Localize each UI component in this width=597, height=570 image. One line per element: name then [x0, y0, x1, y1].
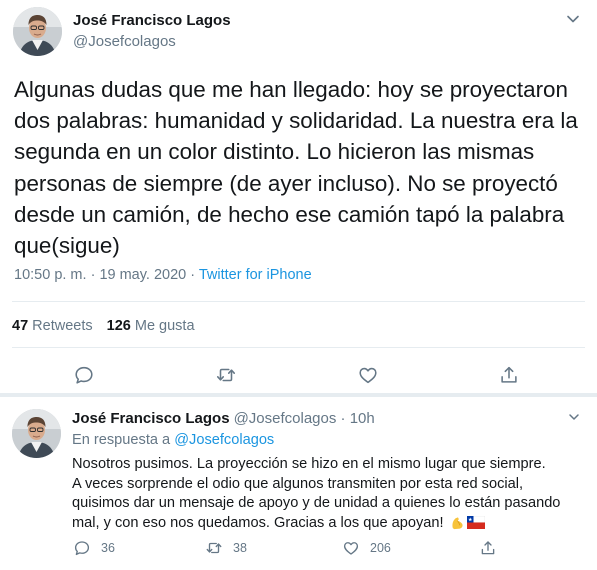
flexed-biceps-emoji: [450, 515, 465, 530]
share-action[interactable]: [479, 538, 497, 558]
retweet-action[interactable]: 38: [205, 538, 247, 558]
share-icon[interactable]: [479, 539, 497, 557]
tweet-stats: 47 Retweets 126 Me gusta: [12, 318, 195, 334]
chevron-down-icon[interactable]: [568, 411, 580, 423]
tweet-meta: 10:50 p. m. · 19 may. 2020 · Twitter for…: [14, 267, 312, 283]
divider: [12, 347, 585, 348]
author-handle[interactable]: @Josefcolagos: [234, 410, 337, 427]
like-icon[interactable]: [357, 364, 379, 386]
in-reply-prefix: En respuesta a: [72, 432, 175, 448]
tweet-source-link[interactable]: Twitter for iPhone: [199, 267, 312, 283]
avatar[interactable]: [13, 7, 62, 56]
reply-actions: 36 38 206: [0, 538, 597, 558]
reply-icon[interactable]: [73, 364, 95, 386]
chevron-down-icon[interactable]: [566, 12, 580, 26]
relative-time[interactable]: 10h: [350, 410, 375, 427]
share-icon[interactable]: [498, 364, 520, 386]
reply-line-last: mal, y con eso nos quedamos. Gracias a l…: [72, 514, 582, 534]
reply-line: quisimos dar un mensaje de apoyo y de un…: [72, 495, 561, 511]
in-reply-to: En respuesta a @Josefcolagos: [72, 432, 274, 448]
reply-text: Nosotros pusimos. La proyección se hizo …: [72, 455, 582, 533]
reply-line: A veces sorprende el odio que algunos tr…: [72, 475, 524, 492]
reply-header: José Francisco Lagos @Josefcolagos · 10h: [72, 410, 375, 427]
reply-icon[interactable]: [73, 539, 91, 557]
mention-link[interactable]: @Josefcolagos: [174, 432, 274, 448]
likes-stat[interactable]: 126 Me gusta: [107, 318, 195, 334]
author-name[interactable]: José Francisco Lagos: [72, 410, 230, 427]
reply-tweet[interactable]: José Francisco Lagos @Josefcolagos · 10h …: [0, 397, 597, 570]
meta-separator: ·: [186, 267, 199, 283]
reply-count: 36: [101, 541, 115, 555]
like-action[interactable]: 206: [342, 538, 391, 558]
tweet-actions: [0, 364, 597, 386]
likes-count: 126: [106, 318, 131, 334]
tweet-date[interactable]: 19 may. 2020: [99, 267, 186, 283]
retweet-icon[interactable]: [205, 539, 223, 557]
chile-flag-emoji: [466, 515, 485, 529]
meta-separator: ·: [86, 267, 100, 283]
reply-line: Nosotros pusimos. La proyección se hizo …: [72, 456, 546, 472]
tweet-text: Algunas dudas que me han llegado: hoy se…: [14, 77, 578, 259]
time-separator: ·: [336, 410, 350, 427]
reply-action[interactable]: 36: [73, 538, 115, 558]
tweet-time[interactable]: 10:50 p. m.: [14, 267, 87, 283]
like-icon[interactable]: [342, 539, 360, 557]
retweet-icon[interactable]: [215, 364, 237, 386]
main-tweet: José Francisco Lagos @Josefcolagos Algun…: [0, 0, 597, 393]
likes-label: Me gusta: [134, 318, 195, 334]
avatar[interactable]: [12, 409, 61, 458]
like-count: 206: [370, 541, 391, 555]
retweets-label: Retweets: [32, 318, 93, 334]
divider: [12, 301, 585, 302]
retweets-count: 47: [12, 318, 29, 334]
retweets-stat[interactable]: 47 Retweets: [12, 318, 93, 334]
reply-line: mal, y con eso nos quedamos. Gracias a l…: [72, 514, 444, 531]
author-name[interactable]: José Francisco Lagos: [73, 12, 231, 29]
retweet-count: 38: [233, 541, 247, 555]
author-handle[interactable]: @Josefcolagos: [73, 33, 176, 50]
